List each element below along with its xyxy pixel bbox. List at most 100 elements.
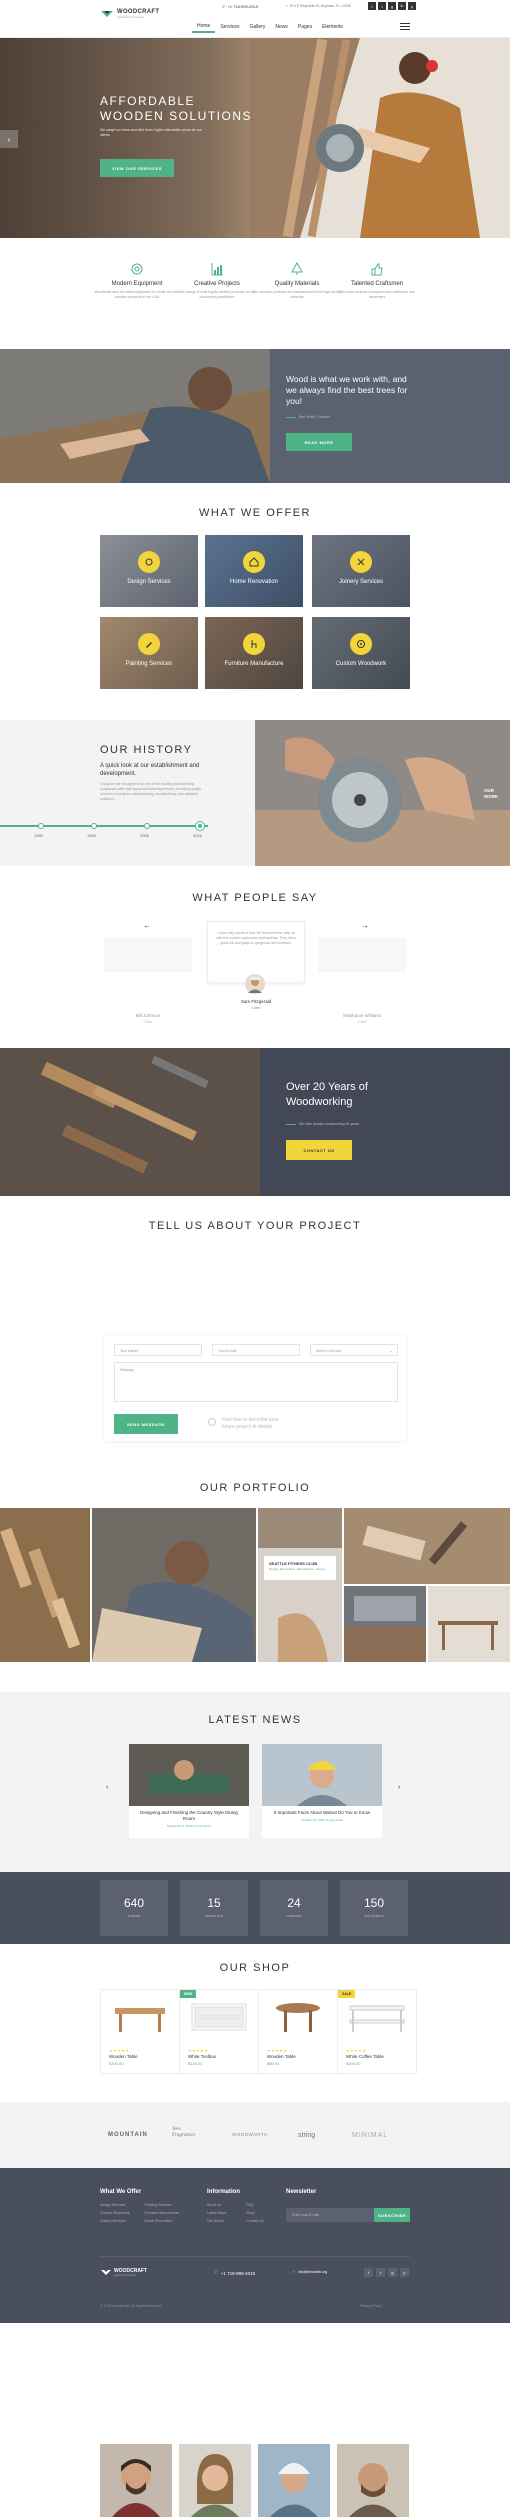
send-message-button[interactable]: Send Message: [114, 1414, 178, 1434]
banner-button[interactable]: Read More: [286, 433, 352, 451]
product-name[interactable]: Wooden Table: [267, 2054, 296, 2059]
timeline-dot-2016[interactable]: [196, 822, 204, 830]
feature-desc: Our wooden products are manufactured fro…: [252, 290, 342, 299]
footer-link[interactable]: Latest News: [207, 2209, 226, 2217]
service-custom-woodwork[interactable]: Custom Woodwork: [312, 617, 410, 689]
service-home-renovation[interactable]: Home Renovation: [205, 535, 303, 607]
news-post-title[interactable]: 5 Important Facts About Walnut Do You to…: [262, 1806, 382, 1818]
facebook-icon[interactable]: f: [364, 2268, 373, 2277]
info-icon: [208, 1418, 216, 1426]
nav-pages[interactable]: Pages: [293, 20, 317, 33]
stat-label: new projects: [364, 1914, 384, 1918]
testimonial-name-left: Bill Johnson: [135, 1013, 161, 1018]
footer-link[interactable]: Furniture Manufacture: [145, 2209, 179, 2217]
hero-button[interactable]: View Our Services: [100, 159, 174, 177]
nav-services[interactable]: Services: [215, 20, 244, 33]
footer-link[interactable]: Home Renovation: [145, 2217, 179, 2225]
timeline-dot-1980[interactable]: [38, 823, 44, 829]
pinterest-icon[interactable]: p: [400, 2268, 409, 2277]
stat-label: craftsmen: [286, 1914, 302, 1918]
contact-us-button[interactable]: Contact Us: [286, 1140, 352, 1160]
nav-elements[interactable]: Elements: [317, 20, 348, 33]
testimonial-next-arrow[interactable]: →: [361, 921, 369, 930]
footer-link[interactable]: Design Services: [100, 2201, 130, 2209]
brand-minimal[interactable]: MINIMAL: [352, 2132, 388, 2139]
product-card-2[interactable]: NEW ★★★★★ White Toolbox $120.00: [179, 1989, 259, 2074]
pinterest-icon[interactable]: p: [408, 2, 416, 10]
footer-link[interactable]: Shop: [246, 2209, 263, 2217]
email-input[interactable]: Your E-mail*: [212, 1344, 300, 1356]
privacy-link[interactable]: Privacy Policy: [360, 2304, 382, 2308]
testimonial-prev-arrow[interactable]: ←: [143, 921, 151, 930]
footer-col-newsletter: Newsletter: [286, 2189, 316, 2195]
google-icon[interactable]: g: [388, 2, 396, 10]
footer-link[interactable]: FAQ: [246, 2201, 263, 2209]
experience-image: [0, 1048, 510, 1196]
facebook-icon[interactable]: f: [368, 2, 376, 10]
year-label: 1995: [87, 833, 96, 838]
portfolio-item-3[interactable]: [258, 1508, 342, 1662]
phone-info[interactable]: ✆ +1 718-999-2019: [222, 4, 258, 9]
service-select[interactable]: Select a Service ⌄: [310, 1344, 398, 1356]
portfolio-item-2[interactable]: [92, 1508, 256, 1662]
footer-phone[interactable]: ✆ +1 718-999-2019: [214, 2270, 255, 2276]
news-next-arrow[interactable]: ›: [398, 1784, 400, 1791]
portfolio-item-1[interactable]: [0, 1508, 90, 1662]
name-input[interactable]: Your Name*: [114, 1344, 202, 1356]
menu-icon[interactable]: [400, 22, 410, 30]
news-post-title[interactable]: Designing and Finishing the Country Styl…: [129, 1806, 249, 1824]
portfolio-caption-card[interactable]: SEATTLE FITNESS CLUB Design, Renovation,…: [264, 1556, 336, 1580]
footer-link[interactable]: Custom Woodwork: [100, 2209, 130, 2217]
product-card-3[interactable]: ★★★★★ Wooden Table $80.00: [258, 1989, 338, 2074]
experience-subtitle: We offer quality woodworking for years: [286, 1122, 359, 1126]
news-prev-arrow[interactable]: ‹: [106, 1784, 108, 1791]
footer-link[interactable]: Our Works: [207, 2217, 226, 2225]
nav-news[interactable]: News: [270, 20, 293, 33]
google-icon[interactable]: g: [388, 2268, 397, 2277]
footer-link[interactable]: About us: [207, 2201, 226, 2209]
project-section: TELL US ABOUT YOUR PROJECT Your Name* Yo…: [0, 1196, 510, 2517]
logo[interactable]: WOODCRAFT Carpentry Company: [100, 9, 159, 19]
testimonial-name: Sam Fitzgerald: [240, 999, 272, 1004]
feature-title: Creative Projects: [194, 281, 240, 287]
twitter-icon[interactable]: t: [376, 2268, 385, 2277]
linkedin-icon[interactable]: in: [398, 2, 406, 10]
brand-tees[interactable]: Tees Fragrances: [172, 2127, 204, 2139]
footer-link[interactable]: Painting Services: [145, 2201, 179, 2209]
news-card-1[interactable]: Designing and Finishing the Country Styl…: [129, 1744, 249, 1838]
footer-link[interactable]: Contact Us: [246, 2217, 263, 2225]
service-joinery[interactable]: Joinery Services: [312, 535, 410, 607]
hero-prev-button[interactable]: ‹: [0, 130, 18, 148]
subscribe-button[interactable]: Subscribe: [374, 2208, 410, 2222]
product-name[interactable]: White Toolbox: [188, 2054, 216, 2059]
work-side-label[interactable]: OUR WORK: [484, 788, 498, 800]
newsletter-input[interactable]: Enter your E-mail: [286, 2208, 374, 2222]
brand-woodworth[interactable]: WOODWORTH: [232, 2132, 268, 2137]
project-form: Your Name* Your E-mail* Select a Service…: [104, 1336, 406, 1441]
timeline-dot-2006[interactable]: [144, 823, 150, 829]
timeline-dot-1995[interactable]: [91, 823, 97, 829]
product-name[interactable]: White Coffee Table: [346, 2054, 384, 2059]
experience-banner: Over 20 Years of Woodworking We offer qu…: [0, 1048, 510, 1196]
brand-string[interactable]: string: [298, 2132, 315, 2139]
brand-mountain[interactable]: MOUNTAIN: [108, 2132, 148, 2138]
portfolio-item-6[interactable]: [428, 1586, 510, 1662]
twitter-icon[interactable]: t: [378, 2, 386, 10]
service-design[interactable]: Design Services: [100, 535, 198, 607]
footer-link[interactable]: Joinery Services: [100, 2217, 130, 2225]
footer-logo[interactable]: WOODCRAFT Carpentry Company: [100, 2268, 147, 2277]
product-card-1[interactable]: ★★★★★ Wooden Table $100.00: [100, 1989, 180, 2074]
product-name[interactable]: Wooden Table: [109, 2054, 138, 2059]
portfolio-item-5[interactable]: [344, 1586, 426, 1662]
stat-number: 640: [123, 1896, 145, 1910]
nav-home[interactable]: Home: [192, 20, 216, 33]
footer-email[interactable]: ✉ info@demolink.org: [292, 2270, 327, 2274]
service-furniture[interactable]: Furniture Manufacture: [205, 617, 303, 689]
nav-gallery[interactable]: Gallery: [245, 20, 271, 33]
product-card-4[interactable]: SALE ★★★★★ White Coffee Table $150.00: [337, 1989, 417, 2074]
news-card-2[interactable]: 5 Important Facts About Walnut Do You to…: [262, 1744, 382, 1838]
portfolio-item-4[interactable]: [344, 1508, 510, 1584]
service-painting[interactable]: Painting Services: [100, 617, 198, 689]
history-title: OUR HISTORY: [100, 744, 193, 756]
message-textarea[interactable]: Message: [114, 1362, 398, 1402]
